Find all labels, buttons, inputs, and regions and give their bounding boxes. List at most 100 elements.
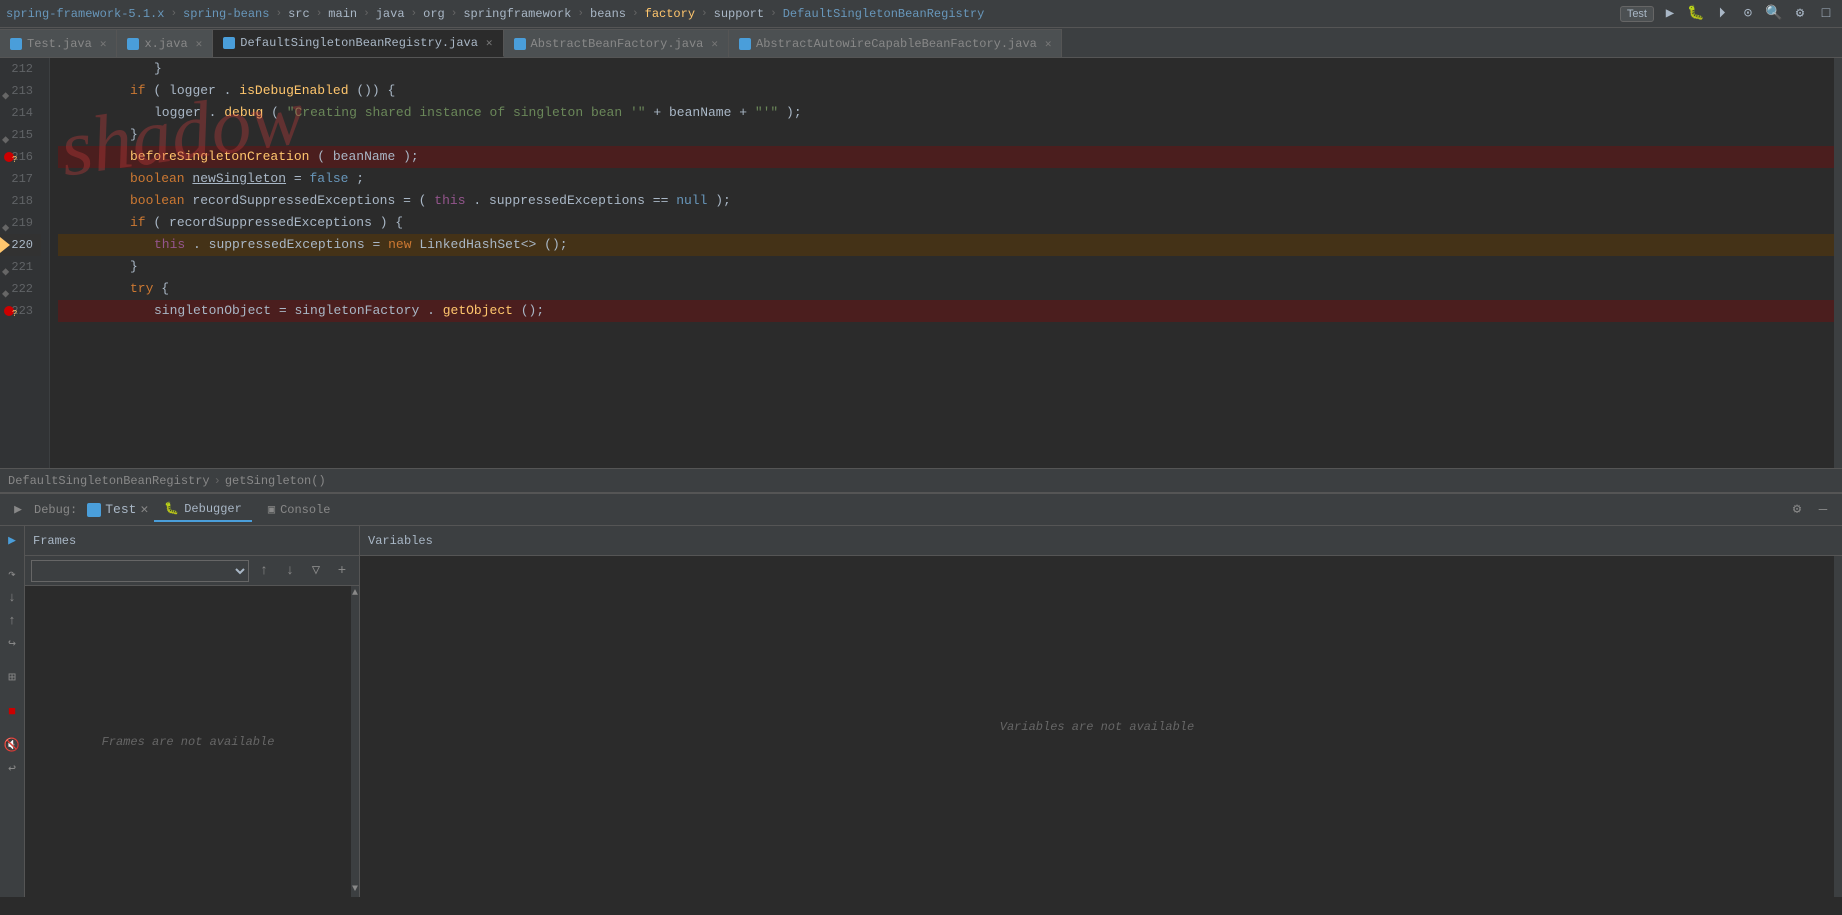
variables-panel: Variables Variables are not available	[360, 526, 1842, 897]
tab-close-x[interactable]: ✕	[196, 37, 203, 51]
debug-resume-icon[interactable]: ▶	[2, 530, 22, 550]
debug-session-close[interactable]: ✕	[140, 502, 148, 517]
line-num-213: 213 ◆	[0, 80, 41, 102]
icon-sep2	[12, 656, 13, 664]
code-line-217: boolean newSingleton = false ;	[58, 168, 1834, 190]
code-line-214: logger . debug ( "Creating shared instan…	[58, 102, 1834, 124]
tab-x-java[interactable]: x.java ✕	[117, 29, 213, 57]
breadcrumb-beans: beans	[590, 7, 626, 21]
frames-down-icon[interactable]: ↓	[279, 560, 301, 582]
debug-play-icon[interactable]: ▶	[8, 500, 28, 520]
line-num-222: 222 ◆	[0, 278, 41, 300]
line-num-219: 219 ◆	[0, 212, 41, 234]
debug-tab-console[interactable]: ▣ Console	[258, 498, 341, 521]
breadcrumb-java: java	[376, 7, 405, 21]
tab-label-test: Test.java	[27, 37, 92, 51]
debug-restore-icon[interactable]: ↩	[2, 758, 22, 778]
breadcrumb-org: org	[423, 7, 445, 21]
breadcrumb-class[interactable]: DefaultSingletonBeanRegistry	[783, 7, 985, 21]
breadcrumb-factory: factory	[645, 7, 695, 21]
tab-close-default-singleton[interactable]: ✕	[486, 36, 493, 50]
breadcrumb-bar: spring-framework-5.1.x › spring-beans › …	[0, 0, 1842, 28]
sep7: ›	[575, 8, 586, 20]
tab-icon-test	[10, 38, 22, 50]
tab-close-abstract-bean-factory[interactable]: ✕	[711, 37, 718, 51]
status-class: DefaultSingletonBeanRegistry	[8, 474, 210, 488]
status-bar: DefaultSingletonBeanRegistry › getSingle…	[0, 468, 1842, 492]
coverage-button[interactable]: ⏵	[1712, 4, 1732, 24]
debug-left-icons: ▶ ↷ ↓ ↑ ↪ ⊞ ■ 🔇 ↩	[0, 526, 25, 897]
tab-label-abstract-autowire: AbstractAutowireCapableBeanFactory.java	[756, 37, 1037, 51]
breakpoint-q-223: ?	[12, 303, 17, 325]
tab-abstract-bean-factory[interactable]: AbstractBeanFactory.java ✕	[504, 29, 729, 57]
run-button[interactable]: ▶	[1660, 4, 1680, 24]
code-line-219: if ( recordSuppressedExceptions ) {	[58, 212, 1834, 234]
debug-session-name: Test	[105, 502, 136, 517]
frames-filter-icon[interactable]: ▽	[305, 560, 327, 582]
run-config-button[interactable]: Test	[1620, 6, 1654, 22]
frames-up-icon[interactable]: ↑	[253, 560, 275, 582]
line-num-220: 220	[0, 234, 41, 256]
frames-scrollbar[interactable]: ▲ ▼	[351, 586, 359, 897]
debug-toolbar-icons: ⚙ —	[1786, 499, 1834, 521]
frames-scroll-area: Frames are not available ▲ ▼	[25, 586, 359, 897]
scroll-bar-vertical[interactable]	[1834, 58, 1842, 468]
debug-minimize-icon[interactable]: —	[1812, 499, 1834, 521]
profile-button[interactable]: ⊙	[1738, 4, 1758, 24]
search-button[interactable]: 🔍	[1764, 4, 1784, 24]
breadcrumb-support: support	[714, 7, 764, 21]
scroll-up-arrow[interactable]: ▲	[352, 588, 358, 599]
frames-add-icon[interactable]: +	[331, 560, 353, 582]
tab-close-test[interactable]: ✕	[100, 37, 107, 51]
breadcrumb-project[interactable]: spring-framework-5.1.x	[6, 7, 164, 21]
debug-label: Debug:	[34, 503, 77, 517]
debug-session-icon	[87, 503, 101, 517]
debug-evaluate-icon[interactable]: ⊞	[2, 667, 22, 687]
line-num-223: 223 ?	[0, 300, 41, 322]
scroll-down-arrow[interactable]: ▼	[352, 884, 358, 895]
variables-scrollbar[interactable]	[1834, 556, 1842, 897]
breadcrumb-module[interactable]: spring-beans	[183, 7, 269, 21]
variables-header-label: Variables	[368, 534, 433, 548]
window-button[interactable]: □	[1816, 4, 1836, 24]
debug-panel: ▶ Debug: Test ✕ 🐛 Debugger ▣ Console ⚙ —…	[0, 492, 1842, 897]
tab-abstract-autowire[interactable]: AbstractAutowireCapableBeanFactory.java …	[729, 29, 1062, 57]
status-method: getSingleton()	[225, 474, 326, 488]
sep2: ›	[273, 8, 284, 20]
debug-tab-debugger[interactable]: 🐛 Debugger	[154, 497, 252, 522]
variables-content: Variables are not available	[360, 556, 1842, 897]
line-num-212: 212	[0, 58, 41, 80]
tab-test-java[interactable]: Test.java ✕	[0, 29, 117, 57]
debug-side-controls: ▶	[8, 500, 28, 520]
debug-stop-icon[interactable]: ■	[2, 701, 22, 721]
tab-icon-abstract-autowire	[739, 38, 751, 50]
debug-mute-icon[interactable]: 🔇	[2, 735, 22, 755]
status-breadcrumb: DefaultSingletonBeanRegistry › getSingle…	[8, 474, 326, 488]
debug-button[interactable]: 🐛	[1686, 4, 1706, 24]
sep6: ›	[449, 8, 460, 20]
line-num-217: 217	[0, 168, 41, 190]
icon-sep4	[12, 724, 13, 732]
icon-sep3	[12, 690, 13, 698]
frames-dropdown[interactable]	[31, 560, 249, 582]
top-bar-right: Test ▶ 🐛 ⏵ ⊙ 🔍 ⚙ □	[1620, 4, 1836, 24]
sep1: ›	[168, 8, 179, 20]
debug-step-out-icon[interactable]: ↑	[2, 610, 22, 630]
sep5: ›	[409, 8, 420, 20]
code-lines: } if ( logger . isDebugEnabled ()) { log…	[50, 58, 1834, 468]
tab-default-singleton[interactable]: DefaultSingletonBeanRegistry.java ✕	[213, 29, 503, 57]
settings-button[interactable]: ⚙	[1790, 4, 1810, 24]
debug-step-over-icon[interactable]: ↷	[2, 564, 22, 584]
debug-tab-console-icon: ▣	[268, 502, 275, 517]
tab-close-abstract-autowire[interactable]: ✕	[1045, 37, 1052, 51]
variables-header: Variables	[360, 526, 1842, 556]
sep9: ›	[699, 8, 710, 20]
code-line-216: beforeSingletonCreation ( beanName );	[58, 146, 1834, 168]
tab-icon-default-singleton	[223, 37, 235, 49]
debug-settings-icon[interactable]: ⚙	[1786, 499, 1808, 521]
line-num-214: 214	[0, 102, 41, 124]
debug-session: Test ✕	[87, 502, 148, 517]
debug-step-into-icon[interactable]: ↓	[2, 587, 22, 607]
frames-empty-message: Frames are not available	[25, 586, 351, 897]
debug-run-to-cursor-icon[interactable]: ↪	[2, 633, 22, 653]
